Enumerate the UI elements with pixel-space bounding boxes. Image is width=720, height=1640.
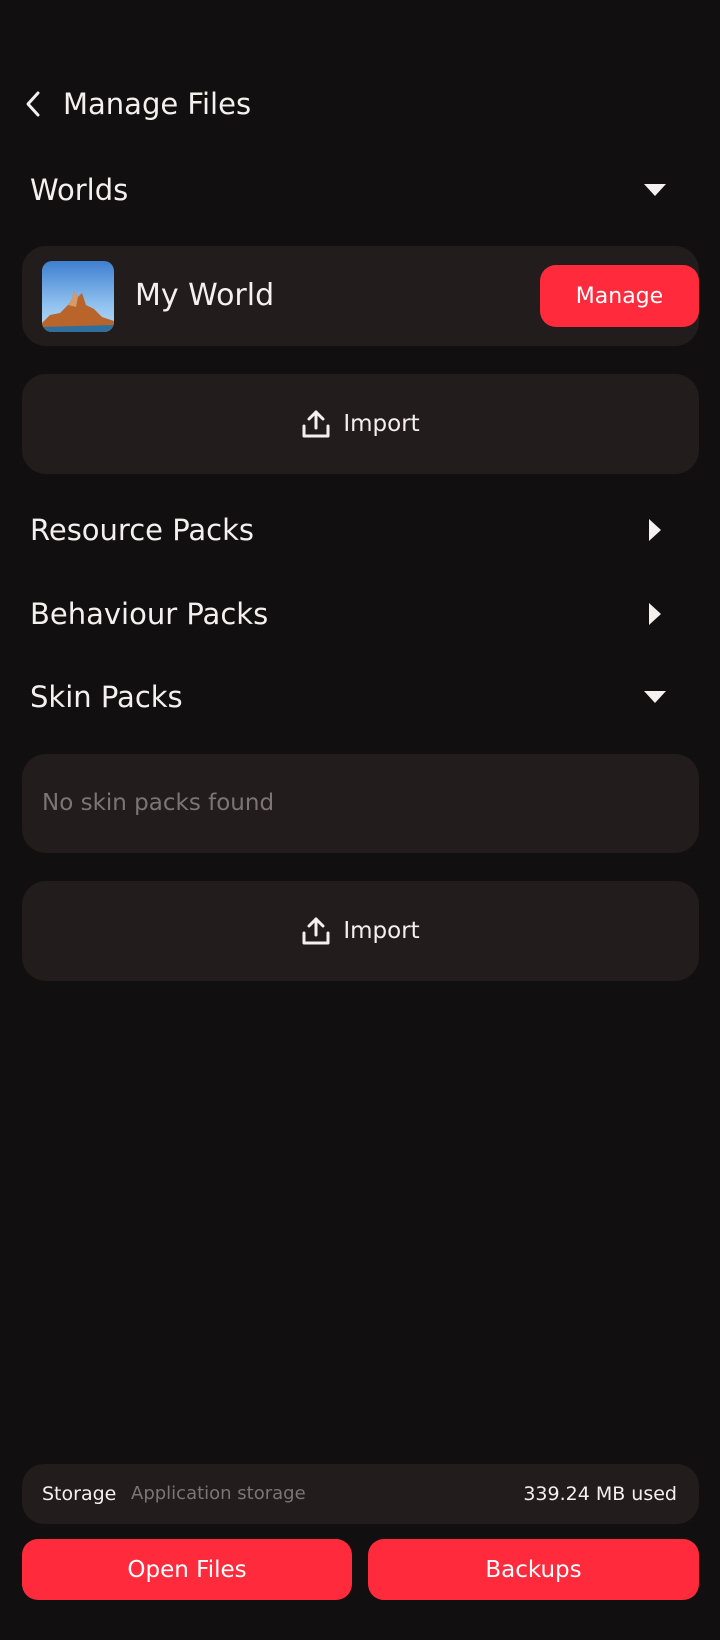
storage-label: Storage [42, 1483, 117, 1505]
import-button-content: Import [301, 916, 420, 946]
storage-location: Application storage [131, 1483, 306, 1504]
world-thumbnail [42, 261, 114, 332]
import-skin-pack-button[interactable]: Import [22, 881, 699, 981]
section-resource-packs-header[interactable]: Resource Packs [0, 500, 720, 560]
section-worlds-header[interactable]: Worlds [0, 160, 720, 220]
backups-button[interactable]: Backups [368, 1539, 699, 1600]
top-app-bar: Manage Files [0, 76, 720, 132]
storage-used: 339.24 MB used [523, 1483, 677, 1505]
chevron-left-icon [26, 91, 40, 117]
collapse-toggle[interactable] [630, 160, 680, 220]
storage-info-bar: Storage Application storage 339.24 MB us… [22, 1464, 699, 1524]
back-button[interactable] [14, 84, 54, 124]
caret-right-icon [649, 603, 661, 625]
section-title-skin-packs: Skin Packs [30, 680, 183, 714]
page-title: Manage Files [63, 87, 252, 121]
world-name: My World [135, 278, 275, 313]
open-files-button[interactable]: Open Files [22, 1539, 352, 1600]
section-title-behaviour-packs: Behaviour Packs [30, 597, 269, 631]
expand-toggle[interactable] [630, 584, 680, 644]
manage-world-button[interactable]: Manage [540, 265, 699, 327]
upload-icon [301, 409, 331, 439]
expand-toggle[interactable] [630, 500, 680, 560]
section-behaviour-packs-header[interactable]: Behaviour Packs [0, 584, 720, 644]
import-world-button[interactable]: Import [22, 374, 699, 474]
section-skin-packs-header[interactable]: Skin Packs [0, 667, 720, 727]
section-title-worlds: Worlds [30, 173, 129, 207]
empty-state-card: No skin packs found [22, 754, 699, 853]
collapse-toggle[interactable] [630, 667, 680, 727]
caret-right-icon [649, 519, 661, 541]
import-label: Import [343, 918, 420, 944]
empty-state-text: No skin packs found [42, 790, 275, 816]
caret-down-icon [644, 691, 666, 703]
caret-down-icon [644, 184, 666, 196]
upload-icon [301, 916, 331, 946]
world-list-item: My World Manage [22, 246, 699, 346]
import-label: Import [343, 411, 420, 437]
import-button-content: Import [301, 409, 420, 439]
section-title-resource-packs: Resource Packs [30, 513, 255, 547]
